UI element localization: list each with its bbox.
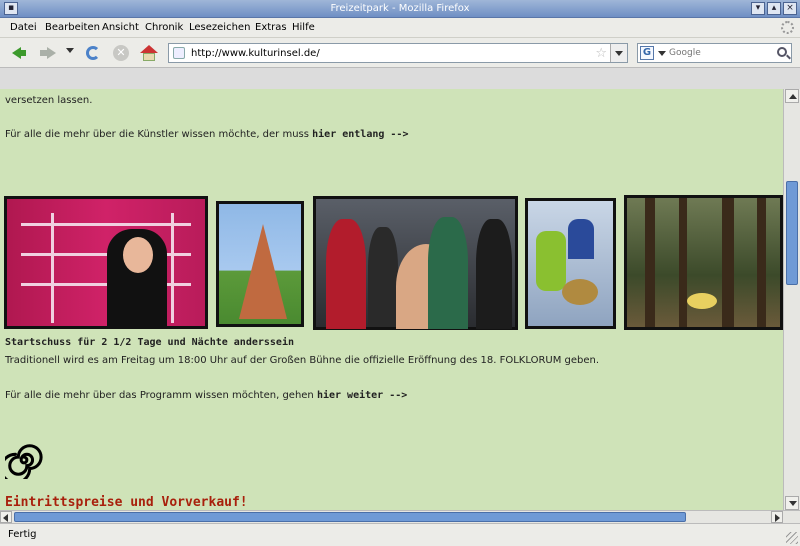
forward-icon[interactable] (38, 44, 56, 62)
scroll-down-arrow-icon[interactable] (785, 496, 799, 510)
url-bar[interactable]: http://www.kulturinsel.de/ ☆ (168, 43, 628, 63)
program-paragraph: Für alle die mehr über das Programm wiss… (5, 390, 407, 401)
photo-band (313, 196, 518, 330)
stop-icon[interactable]: ✕ (112, 44, 130, 62)
artists-text: Für alle die mehr über die Künstler wiss… (5, 129, 313, 140)
heading-startschuss: Startschuss für 2 1/2 Tage und Nächte an… (5, 337, 294, 348)
menu-bar: Datei Bearbeiten Ansicht Chronik Lesezei… (0, 18, 800, 38)
site-identity-icon[interactable] (173, 47, 185, 59)
menu-bearbeiten[interactable]: Bearbeiten (45, 22, 100, 33)
menu-datei[interactable]: Datei (10, 22, 37, 33)
page-content: versetzen lassen. Für alle die mehr über… (0, 89, 783, 510)
home-icon[interactable] (140, 44, 158, 62)
search-input[interactable] (669, 46, 769, 60)
vertical-scrollbar[interactable] (783, 89, 800, 510)
tradition-text: Traditionell wird es am Freitag um 18:00… (5, 355, 600, 366)
scroll-left-arrow-icon[interactable] (0, 511, 12, 523)
search-bar: G (637, 43, 792, 63)
back-icon[interactable] (10, 44, 28, 62)
bookmark-star-icon[interactable]: ☆ (595, 46, 607, 61)
photo-tower (216, 201, 304, 327)
menu-lesezeichen[interactable]: Lesezeichen (189, 22, 250, 33)
url-dropdown-icon[interactable] (610, 44, 627, 62)
navigation-toolbar: ✕ http://www.kulturinsel.de/ ☆ G (0, 38, 800, 68)
close-button[interactable]: × (783, 2, 797, 15)
menu-chronik[interactable]: Chronik (145, 22, 183, 33)
artists-paragraph: Für alle die mehr über die Künstler wiss… (5, 129, 408, 140)
window-title: Freizeitpark - Mozilla Firefox (330, 3, 470, 14)
menu-extras[interactable]: Extras (255, 22, 287, 33)
horizontal-scroll-thumb[interactable] (14, 512, 686, 522)
scroll-right-arrow-icon[interactable] (771, 511, 783, 523)
menu-hilfe[interactable]: Hilfe (292, 22, 315, 33)
resize-grip-icon[interactable] (786, 532, 798, 544)
status-text: Fertig (8, 529, 37, 540)
maximize-button[interactable]: ▴ (767, 2, 781, 15)
photo-forest (624, 195, 783, 330)
spiral-logo-icon (5, 444, 43, 479)
artists-link[interactable]: hier entlang --> (312, 129, 408, 140)
photo-singer (4, 196, 208, 329)
window-title-bar[interactable]: ▪ Freizeitpark - Mozilla Firefox ▾ ▴ × (0, 0, 800, 18)
program-link[interactable]: hier weiter --> (317, 390, 407, 401)
history-dropdown-icon[interactable] (66, 48, 74, 53)
heading-prices: Eintrittspreise und Vorverkauf! (5, 495, 248, 510)
vertical-scroll-thumb[interactable] (786, 181, 798, 285)
program-text: Für alle die mehr über das Programm wiss… (5, 390, 317, 401)
url-text[interactable]: http://www.kulturinsel.de/ (191, 48, 320, 59)
search-engine-icon[interactable]: G (640, 46, 654, 60)
minimize-button[interactable]: ▾ (751, 2, 765, 15)
reload-icon[interactable] (84, 44, 102, 62)
text-top: versetzen lassen. (5, 95, 93, 106)
search-engine-dropdown-icon[interactable] (658, 51, 666, 56)
status-bar: Fertig (0, 523, 800, 546)
photo-witches (525, 198, 616, 329)
horizontal-scrollbar[interactable] (0, 510, 800, 523)
throbber-icon (781, 21, 794, 34)
menu-ansicht[interactable]: Ansicht (102, 22, 139, 33)
scroll-up-arrow-icon[interactable] (785, 89, 799, 103)
search-icon[interactable] (777, 47, 787, 57)
